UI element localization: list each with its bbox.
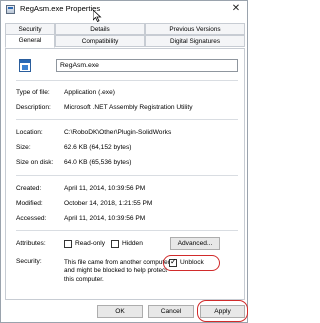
modified-value: October 14, 2018, 1:21:55 PM	[64, 200, 153, 207]
divider	[16, 230, 238, 231]
cancel-button[interactable]: Cancel	[148, 305, 194, 318]
location-label: Location:	[16, 129, 43, 136]
created-label: Created:	[16, 185, 42, 192]
security-label: Security:	[16, 258, 42, 265]
unblock-highlight: Unblock	[163, 255, 220, 271]
divider	[16, 175, 238, 176]
exe-file-icon	[19, 59, 31, 72]
hidden-label: Hidden	[122, 240, 143, 247]
tab-general[interactable]: General	[5, 34, 55, 48]
size-on-disk-value: 64.0 KB (65,536 bytes)	[64, 159, 132, 166]
application-icon	[6, 5, 15, 14]
close-icon[interactable]: ✕	[229, 2, 243, 16]
type-value: Application (.exe)	[64, 89, 115, 96]
security-message: This file came from another computer and…	[64, 259, 170, 283]
general-panel: RegAsm.exe Type of file: Application (.e…	[5, 48, 245, 300]
tab-digital-signatures[interactable]: Digital Signatures	[145, 35, 245, 47]
divider	[16, 80, 238, 81]
divider	[16, 119, 238, 120]
description-value: Microsoft .NET Assembly Registration Uti…	[64, 104, 193, 111]
size-value: 62.6 KB (64,152 bytes)	[64, 144, 132, 151]
description-label: Description:	[16, 104, 51, 111]
tab-compatibility[interactable]: Compatibility	[55, 35, 145, 47]
size-label: Size:	[16, 144, 31, 151]
window-title: RegAsm.exe Properties	[20, 4, 101, 13]
type-label: Type of file:	[16, 89, 50, 96]
modified-label: Modified:	[16, 200, 43, 207]
apply-button[interactable]: Apply	[200, 305, 245, 318]
readonly-label: Read-only	[75, 240, 106, 247]
properties-window: RegAsm.exe Properties ✕ Security Details…	[0, 0, 248, 323]
title-bar[interactable]: RegAsm.exe Properties ✕	[1, 1, 247, 22]
accessed-value: April 11, 2014, 10:39:56 PM	[64, 215, 146, 222]
attributes-label: Attributes:	[16, 240, 46, 247]
hidden-checkbox[interactable]	[111, 240, 119, 248]
unblock-label: Unblock	[180, 259, 204, 266]
created-value: April 11, 2014, 10:39:56 PM	[64, 185, 146, 192]
advanced-button[interactable]: Advanced...	[170, 237, 220, 250]
tab-strip: Security Details Previous Versions Gener…	[5, 23, 245, 49]
location-value: C:\RoboDK\Other\Plugin-SolidWorks	[64, 129, 172, 136]
readonly-checkbox[interactable]	[64, 240, 72, 248]
file-name-field[interactable]: RegAsm.exe	[56, 59, 238, 72]
ok-button[interactable]: OK	[97, 305, 143, 318]
unblock-checkbox[interactable]	[169, 257, 177, 267]
tab-details[interactable]: Details	[55, 23, 145, 35]
size-on-disk-label: Size on disk:	[16, 159, 54, 166]
tab-previous-versions[interactable]: Previous Versions	[145, 23, 245, 35]
accessed-label: Accessed:	[16, 215, 47, 222]
mouse-cursor-icon	[93, 10, 102, 22]
